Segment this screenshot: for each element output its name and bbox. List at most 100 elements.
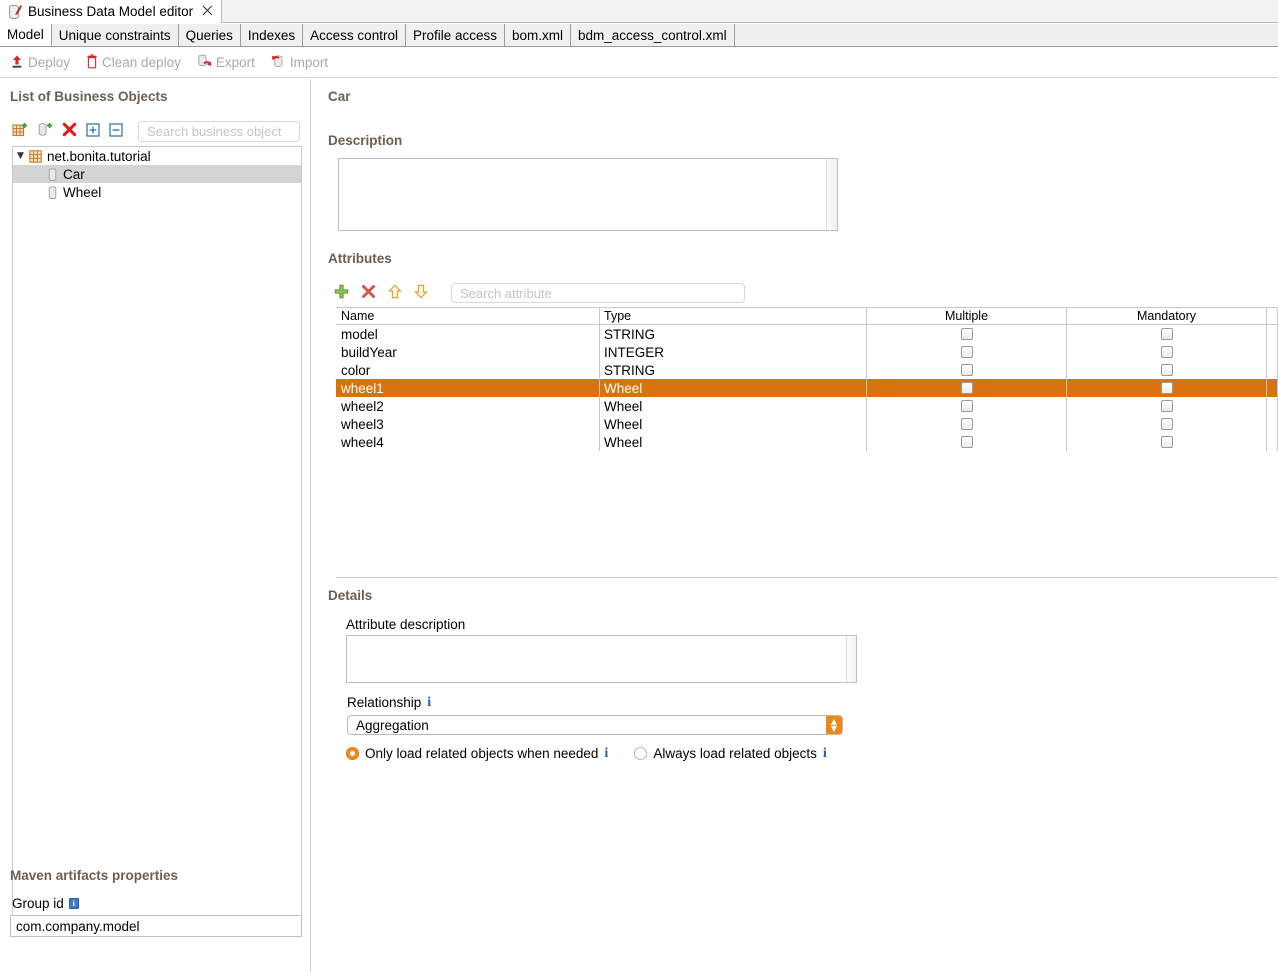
multiple-checkbox[interactable] xyxy=(960,418,973,430)
attributes-table-header: Name Type Multiple Mandatory xyxy=(336,308,1278,325)
mandatory-checkbox[interactable] xyxy=(1160,436,1173,448)
description-textarea[interactable] xyxy=(338,158,838,231)
close-icon[interactable] xyxy=(202,5,213,18)
tab-bdm-access-control-xml[interactable]: bdm_access_control.xml xyxy=(571,24,735,46)
editor-tab-title: Business Data Model editor xyxy=(28,4,194,19)
tab-bom-xml[interactable]: bom.xml xyxy=(505,24,572,46)
attribute-description-label: Attribute description xyxy=(346,617,466,632)
tree-item-label: Wheel xyxy=(63,184,102,200)
chevron-updown-icon[interactable]: ▲ ▼ xyxy=(826,716,842,734)
add-package-icon[interactable] xyxy=(12,122,28,141)
attribute-multiple-cell xyxy=(867,343,1067,361)
attribute-spacer-cell xyxy=(1267,433,1278,451)
clean-deploy-label: Clean deploy xyxy=(102,55,181,70)
info-icon[interactable]: i xyxy=(68,898,79,909)
mandatory-checkbox[interactable] xyxy=(1160,400,1173,412)
mandatory-checkbox[interactable] xyxy=(1160,418,1173,430)
description-scrollbar[interactable] xyxy=(826,159,837,230)
column-header-spacer xyxy=(1267,308,1278,324)
info-icon[interactable]: i xyxy=(427,695,431,710)
info-icon[interactable]: i xyxy=(604,746,608,761)
multiple-checkbox[interactable] xyxy=(960,382,973,394)
move-up-icon[interactable] xyxy=(387,284,403,302)
tree-item-car[interactable]: Car xyxy=(13,165,301,183)
mandatory-checkbox[interactable] xyxy=(1160,382,1173,394)
attribute-description-scrollbar[interactable] xyxy=(846,636,856,682)
mandatory-checkbox[interactable] xyxy=(1160,346,1173,358)
multiple-checkbox[interactable] xyxy=(960,328,973,340)
move-down-icon[interactable] xyxy=(413,284,429,302)
attribute-name-cell: wheel3 xyxy=(336,415,600,433)
table-row[interactable]: wheel2 Wheel xyxy=(336,397,1278,415)
tree-item-wheel[interactable]: Wheel xyxy=(13,183,301,201)
attribute-multiple-cell xyxy=(867,433,1067,451)
delete-attribute-icon[interactable] xyxy=(361,284,376,302)
radio-only-load-when-needed-label: Only load related objects when needed xyxy=(365,746,599,761)
list-of-business-objects-title: List of Business Objects xyxy=(10,89,168,104)
search-business-object-input[interactable] xyxy=(138,120,300,142)
business-objects-toolbar xyxy=(12,119,302,143)
multiple-checkbox[interactable] xyxy=(960,436,973,448)
attribute-spacer-cell xyxy=(1267,379,1278,397)
export-button[interactable]: Export xyxy=(197,54,255,72)
tab-access-control[interactable]: Access control xyxy=(303,24,406,46)
table-row[interactable]: color STRING xyxy=(336,361,1278,379)
column-header-multiple[interactable]: Multiple xyxy=(867,308,1067,324)
mandatory-checkbox[interactable] xyxy=(1160,364,1173,376)
relationship-selected-value: Aggregation xyxy=(356,718,429,733)
radio-always-load[interactable] xyxy=(634,747,648,760)
group-id-label-text: Group id xyxy=(12,896,64,911)
add-business-object-icon[interactable] xyxy=(37,122,53,141)
multiple-checkbox[interactable] xyxy=(960,346,973,358)
multiple-checkbox[interactable] xyxy=(960,400,973,412)
maven-artifacts-title: Maven artifacts properties xyxy=(10,868,179,883)
tab-model[interactable]: Model xyxy=(0,24,52,46)
attribute-name-cell: wheel2 xyxy=(336,397,600,415)
info-icon[interactable]: i xyxy=(823,746,827,761)
search-attribute-input[interactable] xyxy=(451,283,745,303)
clean-deploy-button[interactable]: Clean deploy xyxy=(86,53,181,72)
table-row[interactable]: wheel3 Wheel xyxy=(336,415,1278,433)
attribute-mandatory-cell xyxy=(1067,361,1267,379)
editor-tab-business-data-model[interactable]: Business Data Model editor xyxy=(0,0,223,23)
attribute-multiple-cell xyxy=(867,325,1067,343)
table-row[interactable]: wheel4 Wheel xyxy=(336,433,1278,451)
attribute-description-textarea[interactable] xyxy=(346,635,857,683)
tab-profile-access[interactable]: Profile access xyxy=(405,24,506,46)
chevron-down-icon[interactable]: ▼ xyxy=(17,151,29,161)
radio-only-load-when-needed[interactable] xyxy=(346,747,359,760)
tab-indexes[interactable]: Indexes xyxy=(240,24,304,46)
object-details-panel: Car Description Attributes NameTypeM xyxy=(312,79,1278,972)
expand-all-icon[interactable] xyxy=(86,122,100,140)
package-icon xyxy=(29,149,42,164)
add-attribute-icon[interactable] xyxy=(334,284,349,302)
attributes-table-body[interactable]: model STRING buildYear INTEGER color STRING wh… xyxy=(336,325,1278,577)
attributes-toolbar xyxy=(334,281,745,305)
deploy-button[interactable]: Deploy xyxy=(10,54,70,72)
attribute-name-cell: color xyxy=(336,361,600,379)
attribute-mandatory-cell xyxy=(1067,433,1267,451)
tree-item-net-bonita-tutorial[interactable]: ▼ net.bonita.tutorial xyxy=(13,147,301,165)
group-id-input[interactable] xyxy=(10,915,302,937)
table-row[interactable]: wheel1 Wheel xyxy=(336,379,1278,397)
import-button[interactable]: Import xyxy=(271,54,328,72)
tab-queries[interactable]: Queries xyxy=(178,24,241,46)
table-row[interactable]: buildYear INTEGER xyxy=(336,343,1278,361)
relationship-select[interactable]: Aggregation ▲ ▼ xyxy=(347,715,843,735)
export-label: Export xyxy=(215,55,255,70)
multiple-checkbox[interactable] xyxy=(960,364,973,376)
attribute-spacer-cell xyxy=(1267,415,1278,433)
delete-icon[interactable] xyxy=(62,122,77,140)
attribute-spacer-cell xyxy=(1267,397,1278,415)
column-header-type[interactable]: Type xyxy=(600,308,867,324)
attribute-name-cell: buildYear xyxy=(336,343,600,361)
business-objects-tree[interactable]: ▼ net.bonita.tutorial Car Wheel xyxy=(12,146,302,926)
mandatory-checkbox[interactable] xyxy=(1160,328,1173,340)
column-header-name[interactable]: Name xyxy=(336,308,600,324)
table-row[interactable]: model STRING xyxy=(336,325,1278,343)
column-header-mandatory[interactable]: Mandatory xyxy=(1067,308,1267,324)
attribute-type-cell: Wheel xyxy=(600,415,867,433)
tab-unique-constraints[interactable]: Unique constraints xyxy=(51,24,179,46)
main-toolbar: Deploy Clean deploy Export Import xyxy=(0,48,1278,78)
collapse-all-icon[interactable] xyxy=(109,122,123,140)
